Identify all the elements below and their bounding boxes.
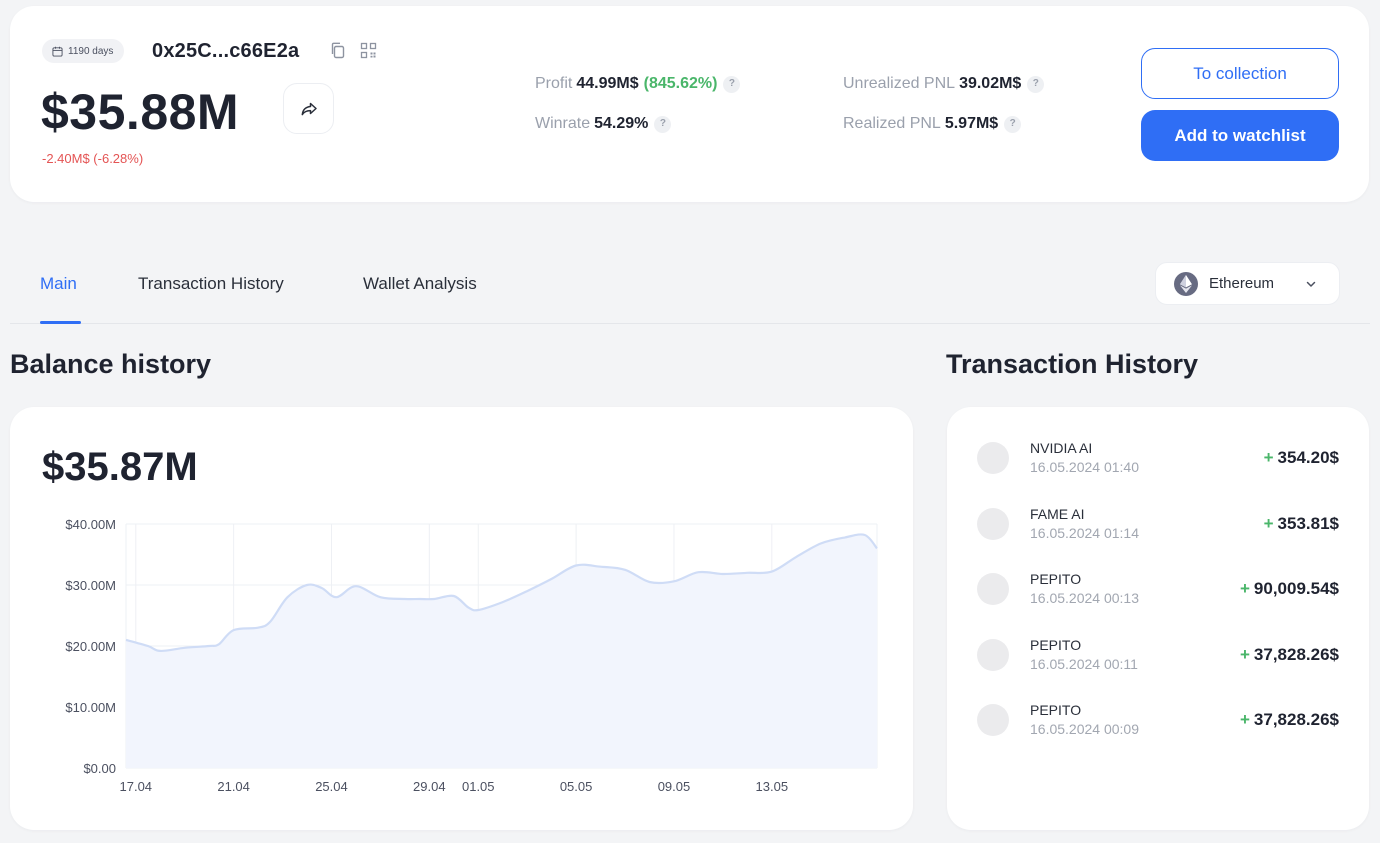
add-to-watchlist-button[interactable]: Add to watchlist	[1141, 110, 1339, 161]
network-name: Ethereum	[1209, 275, 1275, 292]
balance-history-chart[interactable]: $0.00 $10.00M $20.00M $30.00M $40.00M 17.04 21…	[10, 407, 913, 830]
help-icon[interactable]: ?	[1004, 115, 1022, 133]
transaction-row[interactable]: PEPITO 16.05.2024 00:09 +37,828.26$	[947, 669, 1369, 737]
amount-value: 354.20$	[1277, 448, 1339, 467]
y-tick-label: $40.00M	[65, 517, 116, 532]
active-tab-indicator	[40, 321, 81, 324]
transactions-card: NVIDIA AI 16.05.2024 01:40 +354.20$ FAME AI…	[947, 407, 1369, 830]
chevron-down-icon	[1306, 281, 1316, 287]
tab-main[interactable]: Main	[40, 274, 77, 294]
amount-value: 353.81$	[1277, 513, 1339, 533]
transaction-amount: +37,828.26$	[1240, 710, 1339, 730]
token-avatar	[977, 704, 1009, 736]
transaction-row[interactable]: PEPITO 16.05.2024 00:13 +90,009.54$	[947, 538, 1369, 606]
unrealized-value: 39.02M$	[959, 75, 1022, 92]
y-tick-label: $20.00M	[65, 639, 116, 654]
help-icon[interactable]: ?	[723, 75, 741, 93]
balance-history-title: Balance history	[10, 349, 212, 379]
y-tick-label: $10.00M	[65, 700, 116, 715]
stat-winrate: Winrate 54.29% ?	[535, 114, 672, 134]
x-tick-label: 09.05	[658, 779, 691, 794]
amount-value: 37,828.26$	[1253, 644, 1339, 664]
transaction-amount: +354.20$	[1264, 448, 1339, 468]
realized-value: 5.97M$	[944, 115, 999, 132]
plus-sign: +	[1263, 448, 1274, 467]
ethereum-icon	[1174, 271, 1198, 296]
wallet-summary-card: 1190 days 0x25C...c66E2a $35.88M -2.40M$…	[10, 6, 1369, 202]
calendar-icon	[52, 46, 63, 57]
x-tick-label: 05.05	[560, 779, 593, 794]
balance-chart-card: $35.87M $0.00 $10.00M $20.00M $30.00M $40.00…	[10, 407, 913, 830]
help-icon[interactable]: ?	[654, 115, 672, 133]
transaction-row[interactable]: FAME AI 16.05.2024 01:14 +353.81$	[947, 473, 1369, 541]
stat-realized-pnl: Realized PNL 5.97M$ ?	[843, 114, 1022, 134]
token-name: PEPITO	[1030, 702, 1082, 718]
plus-sign: +	[1263, 513, 1274, 533]
wallet-address: 0x25C...c66E2a	[152, 40, 300, 62]
share-button[interactable]	[283, 83, 334, 134]
token-name: PEPITO	[1030, 571, 1082, 587]
token-avatar	[977, 442, 1009, 474]
token-avatar	[977, 573, 1009, 605]
x-tick-label: 17.04	[120, 779, 153, 794]
plus-sign: +	[1239, 710, 1250, 729]
x-tick-label: 13.05	[756, 779, 789, 794]
amount-value: 37,828.26$	[1253, 710, 1339, 729]
unrealized-label: Unrealized PNL	[843, 75, 956, 92]
transaction-row[interactable]: PEPITO 16.05.2024 00:11 +37,828.26$	[947, 604, 1369, 672]
transaction-row[interactable]: NVIDIA AI 16.05.2024 01:40 +354.20$	[947, 407, 1369, 475]
transaction-amount: +37,828.26$	[1240, 645, 1339, 665]
realized-label: Realized PNL	[843, 115, 941, 132]
y-tick-label: $0.00	[83, 761, 116, 776]
tabs-divider	[10, 323, 1370, 324]
plus-sign: +	[1239, 644, 1250, 664]
tab-transaction-history[interactable]: Transaction History	[138, 274, 284, 294]
x-tick-label: 21.04	[217, 779, 250, 794]
token-name: NVIDIA AI	[1030, 440, 1093, 456]
wallet-age-badge: 1190 days	[42, 39, 125, 63]
copy-icon[interactable]	[329, 41, 347, 61]
network-selector[interactable]: Ethereum	[1155, 262, 1340, 305]
winrate-value: 54.29%	[594, 115, 649, 132]
token-avatar	[977, 638, 1009, 671]
balance-change: -2.40M$ (-6.28%)	[42, 151, 144, 166]
x-tick-label: 25.04	[315, 779, 348, 794]
x-tick-label: 29.04	[413, 779, 446, 794]
wallet-age-text: 1190 days	[68, 45, 114, 57]
token-name: PEPITO	[1030, 636, 1082, 653]
profit-percent: (845.62%)	[643, 75, 718, 92]
amount-value: 90,009.54$	[1253, 579, 1339, 598]
transaction-date: 16.05.2024 00:09	[1030, 721, 1139, 737]
share-icon	[301, 102, 317, 115]
token-avatar	[977, 507, 1009, 540]
plus-sign: +	[1239, 579, 1250, 598]
transaction-amount: +90,009.54$	[1240, 579, 1339, 599]
wallet-balance: $35.88M	[41, 84, 240, 140]
stat-unrealized-pnl: Unrealized PNL 39.02M$ ?	[843, 74, 1045, 94]
transaction-amount: +353.81$	[1264, 514, 1339, 534]
qr-code-icon[interactable]	[360, 42, 377, 59]
transaction-history-title: Transaction History	[946, 349, 1199, 379]
winrate-label: Winrate	[535, 115, 591, 132]
profit-label: Profit	[535, 75, 573, 92]
x-tick-label: 01.05	[462, 779, 495, 794]
token-name: FAME AI	[1030, 505, 1085, 522]
to-collection-button[interactable]: To collection	[1141, 48, 1339, 99]
tab-wallet-analysis[interactable]: Wallet Analysis	[363, 274, 477, 294]
help-icon[interactable]: ?	[1027, 75, 1045, 93]
y-tick-label: $30.00M	[65, 578, 116, 593]
balance-area-fill	[126, 534, 877, 768]
profit-value: 44.99M$	[576, 75, 639, 92]
stat-profit: Profit 44.99M$ (845.62%) ?	[535, 74, 741, 94]
